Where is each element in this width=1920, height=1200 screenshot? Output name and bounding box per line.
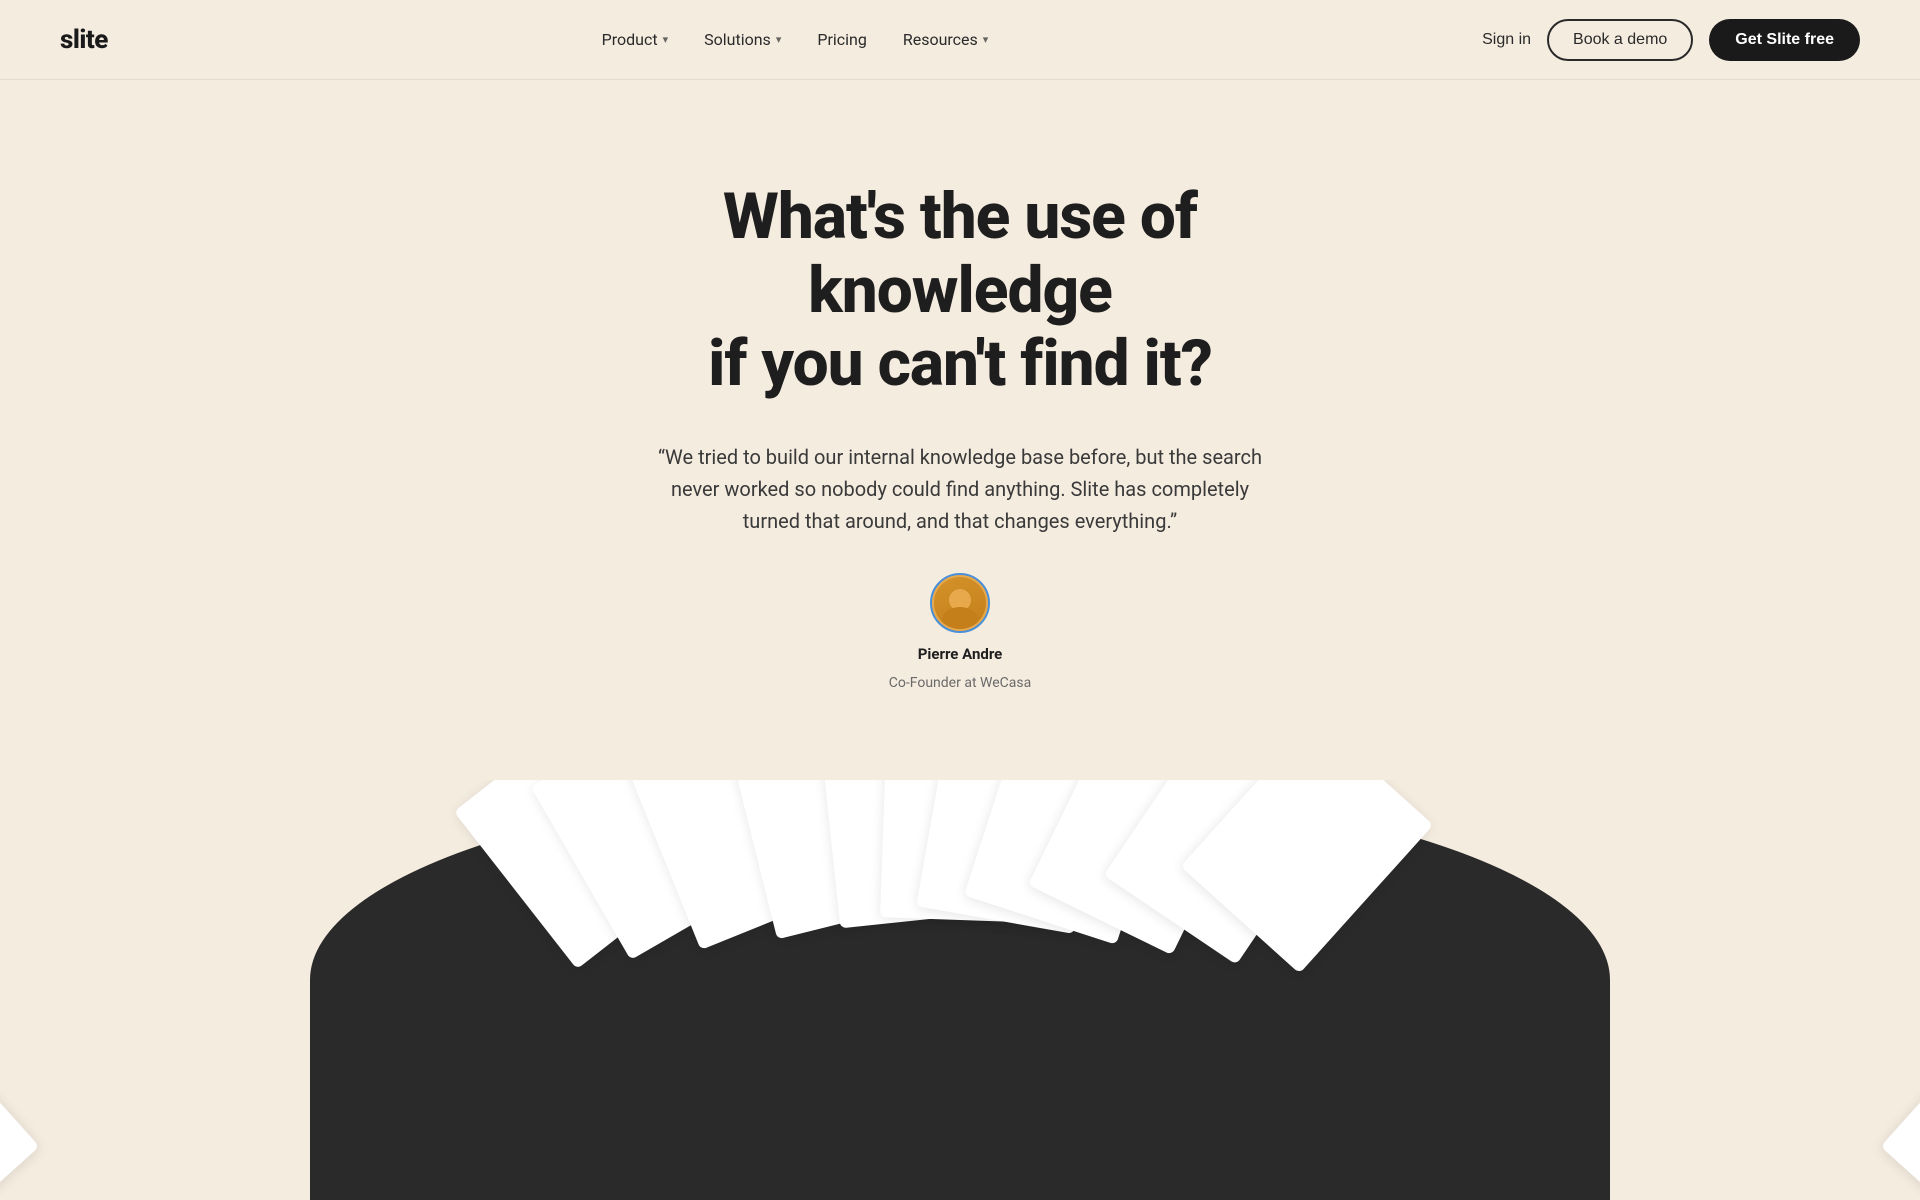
hero-title: What's the use of knowledge if you can't… xyxy=(610,180,1310,401)
nav-center: Product ▾ Solutions ▾ Pricing Resources … xyxy=(602,30,989,49)
bottom-illustration xyxy=(0,780,1920,1200)
logo[interactable]: slite xyxy=(60,25,108,55)
nav-item-pricing[interactable]: Pricing xyxy=(817,30,867,49)
nav-right: Sign in Book a demo Get Slite free xyxy=(1482,19,1860,61)
get-slite-free-button[interactable]: Get Slite free xyxy=(1709,19,1860,61)
testimonial-quote: “We tried to build our internal knowledg… xyxy=(640,441,1280,537)
papers-fan xyxy=(510,780,1410,920)
author-role: Co-Founder at WeCasa xyxy=(889,675,1031,691)
author-name: Pierre Andre xyxy=(918,645,1003,663)
nav-item-product[interactable]: Product ▾ xyxy=(602,30,668,49)
navbar: slite Product ▾ Solutions ▾ Pricing Reso… xyxy=(0,0,1920,80)
chevron-down-icon: ▾ xyxy=(776,33,782,46)
side-paper-card xyxy=(1881,983,1920,1200)
nav-pricing-label: Pricing xyxy=(817,30,867,49)
side-papers-left xyxy=(0,780,80,1200)
book-demo-button[interactable]: Book a demo xyxy=(1547,19,1693,61)
chevron-down-icon: ▾ xyxy=(983,33,989,46)
avatar-image xyxy=(934,577,986,629)
hero-title-line1: What's the use of knowledge xyxy=(723,179,1197,328)
nav-item-resources[interactable]: Resources ▾ xyxy=(903,30,988,49)
side-papers-right xyxy=(1840,780,1920,1200)
avatar xyxy=(930,573,990,633)
nav-product-label: Product xyxy=(602,30,658,49)
hero-title-line2: if you can't find it? xyxy=(708,326,1212,401)
nav-resources-label: Resources xyxy=(903,30,978,49)
nav-solutions-label: Solutions xyxy=(704,30,771,49)
signin-button[interactable]: Sign in xyxy=(1482,31,1531,49)
nav-item-solutions[interactable]: Solutions ▾ xyxy=(704,30,781,49)
testimonial-author: Pierre Andre Co-Founder at WeCasa xyxy=(889,573,1031,691)
hero-section: What's the use of knowledge if you can't… xyxy=(0,80,1920,751)
side-paper-card xyxy=(0,983,39,1200)
chevron-down-icon: ▾ xyxy=(663,33,669,46)
